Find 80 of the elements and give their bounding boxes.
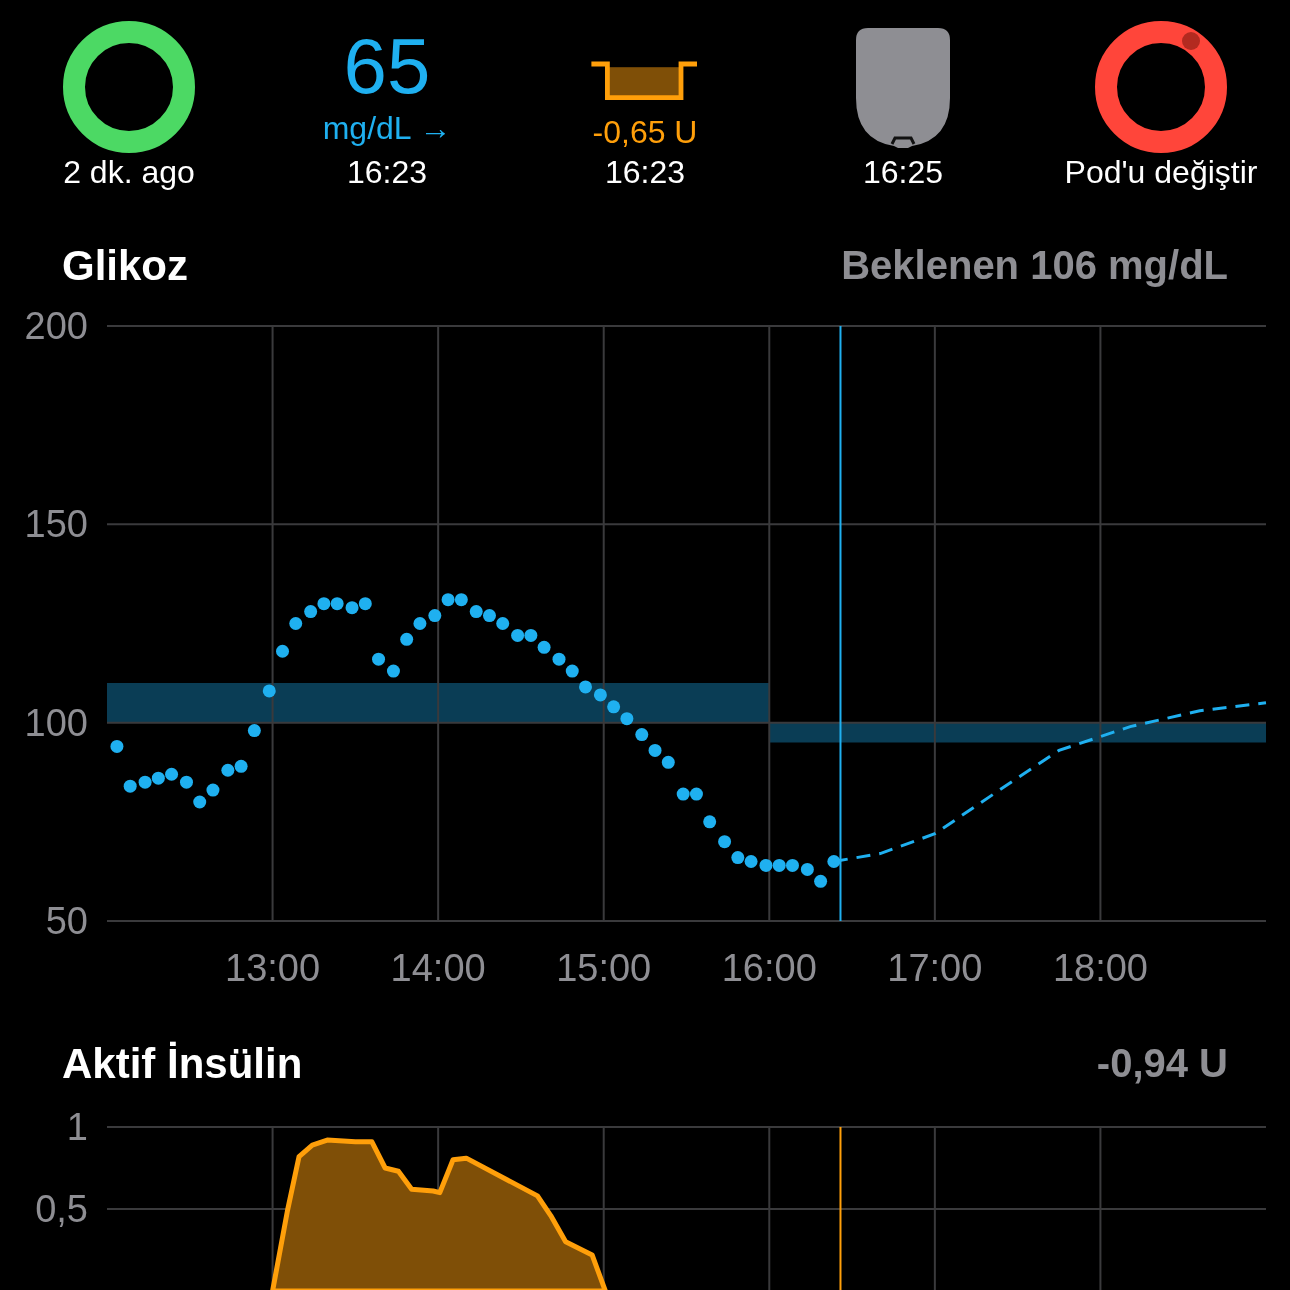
glucose-point bbox=[511, 628, 525, 642]
glucose-point bbox=[386, 664, 400, 678]
glucose-point bbox=[317, 597, 331, 611]
glucose-point bbox=[454, 593, 468, 607]
glucose-point bbox=[524, 628, 538, 642]
axis-label: 50 bbox=[45, 900, 88, 942]
glucose-point bbox=[620, 712, 634, 726]
glucose-point bbox=[579, 680, 592, 694]
glucose-point bbox=[400, 632, 414, 646]
axis-label: 14:00 bbox=[390, 947, 486, 989]
section-title: Glikoz bbox=[62, 240, 189, 291]
glucose-point bbox=[358, 597, 372, 611]
loop-status-label: 2 dk. ago bbox=[63, 153, 195, 192]
glucose-point bbox=[138, 775, 152, 789]
pod-status-label: Pod'u değiştir bbox=[1064, 153, 1258, 192]
glucose-point bbox=[206, 783, 220, 797]
basal-rate: -0,65 U bbox=[592, 113, 698, 152]
glucose-point bbox=[814, 874, 828, 888]
glucose-point bbox=[221, 763, 235, 777]
glucose-point bbox=[304, 605, 318, 619]
axis-label: 17:00 bbox=[887, 947, 983, 989]
glucose-point bbox=[262, 684, 276, 698]
glucose-point bbox=[537, 640, 551, 654]
glucose-point bbox=[661, 755, 675, 769]
glucose-point bbox=[676, 787, 690, 801]
glucose-point bbox=[276, 644, 289, 658]
glucose-point bbox=[193, 795, 207, 809]
axis-label: 15:00 bbox=[556, 947, 652, 989]
glucose-point bbox=[372, 652, 386, 666]
pod-life-ring-icon[interactable] bbox=[1094, 20, 1228, 154]
glucose-point bbox=[800, 862, 814, 876]
glucose-point bbox=[330, 597, 344, 611]
glucose-point bbox=[744, 855, 758, 868]
glucose-point bbox=[482, 609, 496, 623]
glucose-point bbox=[731, 851, 745, 865]
glucose-point bbox=[179, 775, 193, 789]
glucose-point bbox=[785, 858, 799, 872]
glucose-point bbox=[827, 855, 841, 868]
glucose-point bbox=[772, 858, 786, 872]
axis-label: 0,5 bbox=[35, 1188, 88, 1230]
section-title: Aktif İnsülin bbox=[62, 1038, 303, 1089]
pod-time: 16:25 bbox=[862, 153, 944, 192]
glucose-point bbox=[289, 617, 303, 630]
pod-icon[interactable] bbox=[856, 28, 950, 148]
glucose-point bbox=[441, 593, 455, 607]
glucose-point bbox=[552, 652, 566, 666]
glucose-point bbox=[413, 617, 427, 630]
basal-time: 16:23 bbox=[604, 153, 686, 192]
glucose-point bbox=[345, 601, 359, 615]
loop-status-ring-icon[interactable] bbox=[62, 20, 196, 154]
axis-label: 100 bbox=[24, 701, 88, 744]
glucose-point bbox=[123, 779, 137, 793]
glucose-point bbox=[496, 617, 510, 630]
glucose-point bbox=[635, 728, 649, 742]
glucose-point bbox=[759, 858, 773, 872]
axis-label: 18:00 bbox=[1052, 947, 1148, 989]
glucose-point bbox=[648, 743, 662, 757]
glucose-point bbox=[247, 724, 261, 738]
glucose-point bbox=[165, 767, 179, 781]
glucose-point bbox=[565, 664, 579, 678]
glucose-point bbox=[689, 787, 703, 801]
predicted-glucose-summary: Beklenen 106 mg/dL bbox=[841, 242, 1228, 289]
glucose-point bbox=[234, 759, 248, 773]
glucose-time: 16:23 bbox=[346, 153, 428, 192]
active-insulin-summary: -0,94 U bbox=[1096, 1040, 1228, 1087]
axis-label: 1 bbox=[66, 1106, 88, 1148]
glucose-point bbox=[607, 700, 621, 714]
glucose-point bbox=[151, 771, 165, 785]
glucose-point bbox=[428, 609, 442, 623]
axis-label: 13:00 bbox=[225, 947, 321, 989]
glucose-unit-trend: mg/dL → bbox=[322, 109, 452, 148]
glucose-point bbox=[703, 815, 717, 829]
glucose-point bbox=[110, 739, 124, 753]
glucose-point bbox=[718, 835, 732, 849]
axis-label: 200 bbox=[24, 305, 88, 347]
glucose-value: 65 bbox=[343, 24, 431, 108]
axis-label: 150 bbox=[24, 503, 88, 546]
axis-label: 16:00 bbox=[721, 947, 817, 989]
glucose-point bbox=[593, 688, 607, 702]
glucose-point bbox=[469, 605, 483, 619]
